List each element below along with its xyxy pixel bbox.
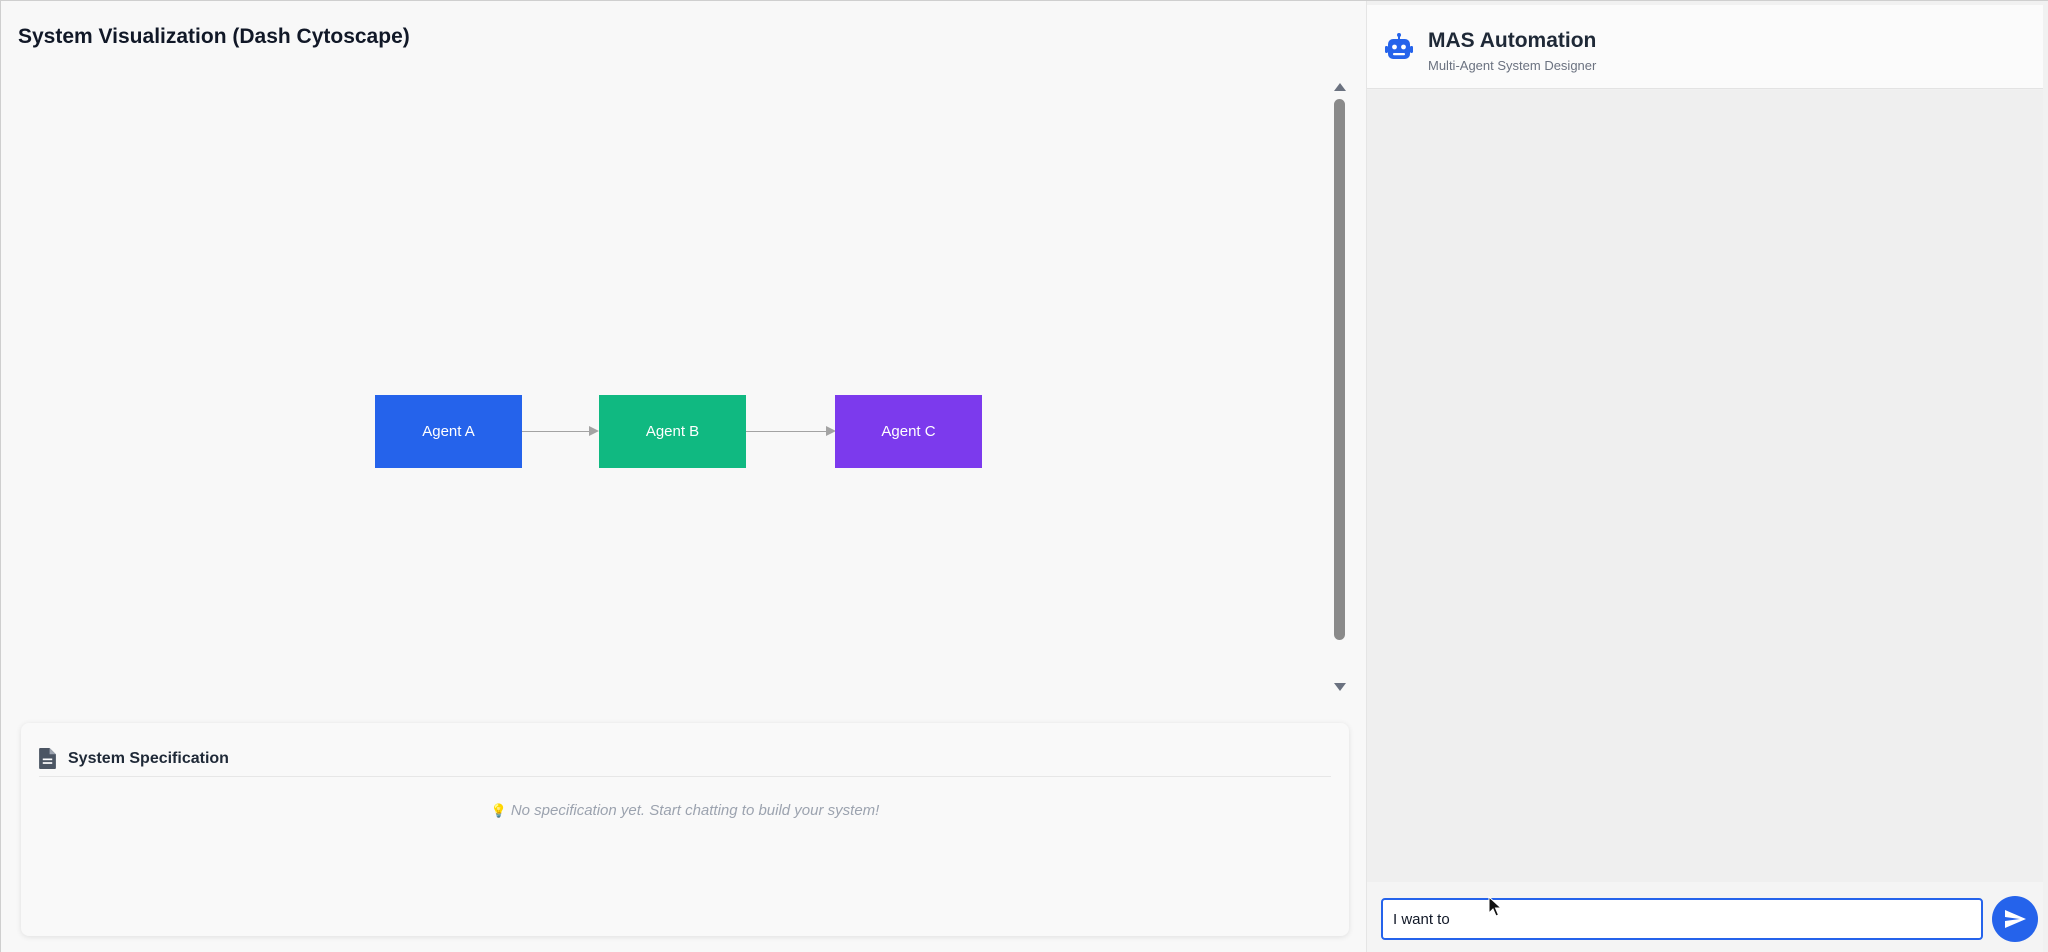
empty-message: No specification yet. Start chatting to … xyxy=(510,802,880,819)
arrowhead-icon xyxy=(589,426,599,436)
send-button[interactable] xyxy=(1992,896,2038,942)
chat-title: MAS Automation xyxy=(1428,29,1597,52)
cytoscape-canvas[interactable]: Agent A Agent B Agent C xyxy=(9,71,1329,711)
scroll-down-arrow-icon[interactable] xyxy=(1334,683,1346,691)
chat-messages-area[interactable] xyxy=(1367,90,2043,882)
visualization-title: System Visualization (Dash Cytoscape) xyxy=(18,25,410,48)
chat-header: MAS Automation Multi-Agent System Design… xyxy=(1367,5,2043,89)
node-agent-a[interactable]: Agent A xyxy=(375,395,522,468)
node-agent-b[interactable]: Agent B xyxy=(599,395,746,468)
chat-panel: MAS Automation Multi-Agent System Design… xyxy=(1366,1,2048,952)
lightbulb-icon: 💡 xyxy=(490,803,507,818)
specification-title: System Specification xyxy=(68,749,229,767)
visualization-panel: System Visualization (Dash Cytoscape) Ag… xyxy=(1,1,1366,952)
chat-input[interactable] xyxy=(1381,898,1983,940)
robot-icon xyxy=(1385,33,1413,59)
chat-input-bar xyxy=(1367,882,2043,952)
edge-b-c[interactable] xyxy=(746,426,836,436)
scroll-up-arrow-icon[interactable] xyxy=(1334,83,1346,91)
node-label: Agent B xyxy=(645,423,700,440)
app-window: System Visualization (Dash Cytoscape) Ag… xyxy=(0,0,2048,952)
chat-subtitle: Multi-Agent System Designer xyxy=(1428,58,1597,73)
mouse-pointer-icon xyxy=(1488,896,1502,917)
specification-header: System Specification xyxy=(39,741,1331,777)
node-label: Agent C xyxy=(881,423,936,440)
specification-empty-state: 💡 No specification yet. Start chatting to… xyxy=(21,802,1349,819)
node-label: Agent A xyxy=(422,423,475,440)
edge-a-b[interactable] xyxy=(522,426,599,436)
specification-card: System Specification 💡 No specification y… xyxy=(21,723,1349,936)
scrollbar-thumb[interactable] xyxy=(1334,99,1345,640)
vertical-scrollbar[interactable] xyxy=(1329,79,1351,691)
document-icon xyxy=(39,748,56,769)
node-agent-c[interactable]: Agent C xyxy=(835,395,982,468)
send-icon xyxy=(2005,910,2026,928)
